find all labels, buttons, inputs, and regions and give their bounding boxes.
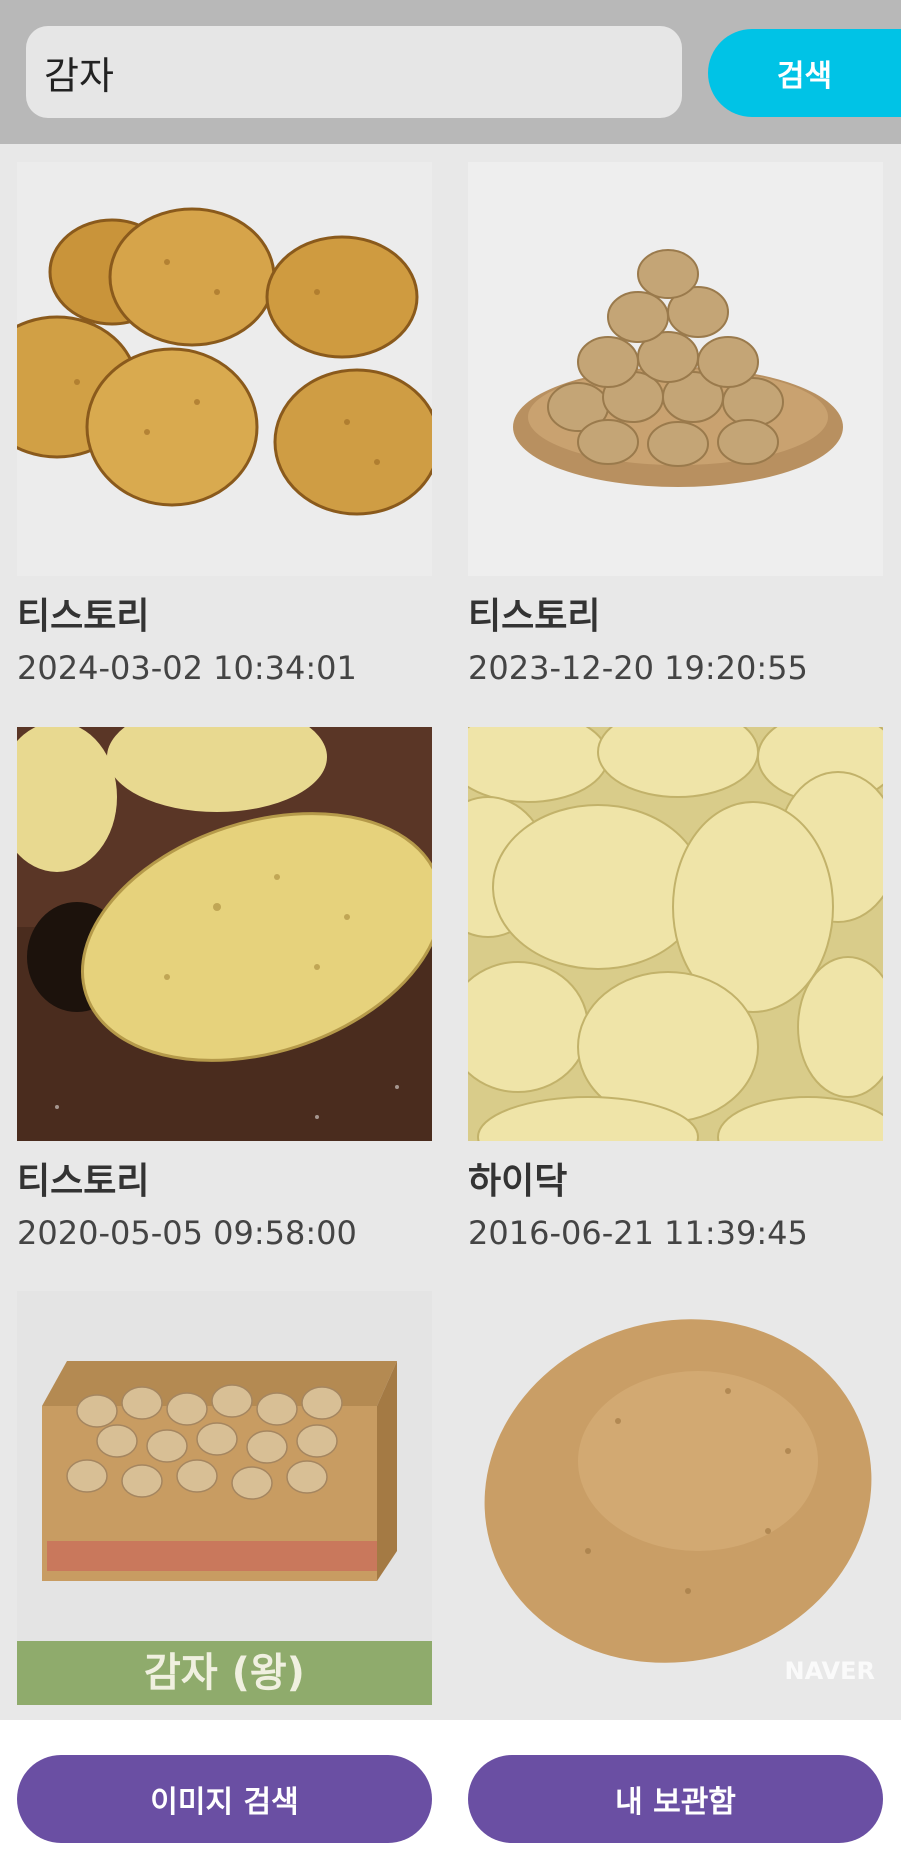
results-grid: 티스토리 2024-03-02 10:34:01 티스토리 2023-12-20… xyxy=(0,144,901,1720)
result-image[interactable] xyxy=(17,162,432,576)
image-search-label: 이미지 검색 xyxy=(150,1785,299,1820)
result-source: 하이닥 xyxy=(468,1161,568,1202)
result-card[interactable]: NAVER xyxy=(468,1291,883,1705)
search-button[interactable]: 검색 xyxy=(708,29,901,117)
result-card[interactable]: 티스토리 2024-03-02 10:34:01 xyxy=(17,162,432,690)
result-date: 2023-12-20 19:20:55 xyxy=(468,649,808,687)
bottom-bar: 이미지 검색 내 보관함 xyxy=(0,1720,901,1869)
my-storage-button[interactable]: 내 보관함 xyxy=(468,1755,883,1843)
result-source: 티스토리 xyxy=(468,596,601,637)
image-watermark: NAVER xyxy=(784,1657,875,1685)
result-card[interactable]: 티스토리 2020-05-05 09:58:00 xyxy=(17,727,432,1255)
result-card[interactable]: 하이닥 2016-06-21 11:39:45 xyxy=(468,727,883,1255)
search-bar: 감자 검색 xyxy=(0,0,901,144)
result-image[interactable] xyxy=(468,727,883,1141)
result-image[interactable]: NAVER xyxy=(468,1291,883,1705)
result-image[interactable] xyxy=(17,727,432,1141)
result-source: 티스토리 xyxy=(17,596,150,637)
box-label: 감자 (왕) xyxy=(144,1650,305,1696)
search-input[interactable]: 감자 xyxy=(26,26,682,118)
result-date: 2024-03-02 10:34:01 xyxy=(17,649,357,687)
result-date: 2016-06-21 11:39:45 xyxy=(468,1214,808,1252)
result-source: 티스토리 xyxy=(17,1161,150,1202)
search-button-label: 검색 xyxy=(776,59,833,94)
result-date: 2020-05-05 09:58:00 xyxy=(17,1214,357,1252)
result-image[interactable] xyxy=(468,162,883,576)
result-card[interactable]: 티스토리 2023-12-20 19:20:55 xyxy=(468,162,883,690)
result-image[interactable]: 감자 (왕) xyxy=(17,1291,432,1705)
image-search-button[interactable]: 이미지 검색 xyxy=(17,1755,432,1843)
result-card[interactable]: 감자 (왕) xyxy=(17,1291,432,1705)
search-query: 감자 xyxy=(44,53,114,98)
my-storage-label: 내 보관함 xyxy=(615,1785,736,1820)
